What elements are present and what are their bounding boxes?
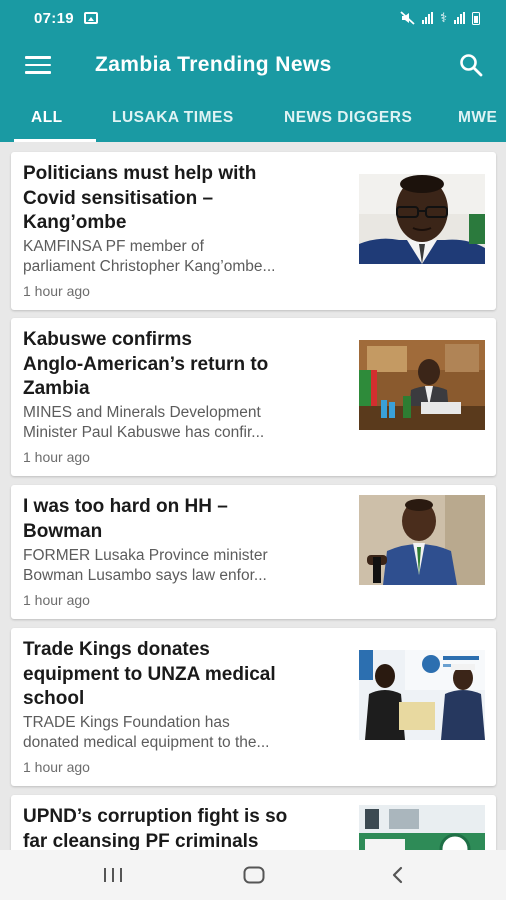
article-title: Trade Kings donates equipment to UNZA me… (23, 639, 276, 709)
article-card[interactable]: Politicians must help with Covid sensiti… (11, 152, 496, 310)
article-thumbnail (359, 805, 485, 850)
article-snippet: FORMER Lusaka Province minister Bowman L… (23, 547, 268, 584)
system-navigation-bar (0, 850, 506, 900)
tab-all[interactable]: ALL (31, 94, 63, 142)
article-title: UPND’s corruption fight is so far cleans… (23, 806, 288, 850)
tab-mwe[interactable]: MWE (458, 94, 497, 142)
news-feed[interactable]: Politicians must help with Covid sensiti… (0, 142, 506, 850)
home-icon[interactable] (224, 850, 284, 900)
wifi-calling-icon: ⚕ (439, 10, 447, 25)
article-time: 1 hour ago (23, 759, 90, 775)
tab-lusaka-times[interactable]: LUSAKA TIMES (112, 94, 234, 142)
battery-icon (472, 11, 480, 25)
article-snippet: TRADE Kings Foundation has donated medic… (23, 714, 270, 751)
article-time: 1 hour ago (23, 283, 90, 299)
article-thumbnail (359, 174, 485, 264)
article-snippet: KAMFINSA PF member of parliament Christo… (23, 238, 276, 275)
article-snippet: MINES and Minerals Development Minister … (23, 404, 265, 441)
app-title: Zambia Trending News (95, 53, 332, 76)
status-icons: ⚕ (400, 10, 480, 26)
article-thumbnail (359, 495, 485, 585)
article-card[interactable]: I was too hard on HH – Bowman FORMER Lus… (11, 485, 496, 619)
hamburger-menu-icon[interactable] (25, 56, 51, 74)
article-card[interactable]: Kabuswe confirms Anglo-American’s return… (11, 318, 496, 476)
signal-icon (421, 12, 433, 24)
article-title: Kabuswe confirms Anglo-American’s return… (23, 329, 269, 399)
article-time: 1 hour ago (23, 592, 90, 608)
recent-apps-icon[interactable] (83, 850, 143, 900)
tab-bar: ALL LUSAKA TIMES NEWS DIGGERS MWE (0, 94, 506, 142)
status-time: 07:19 (34, 9, 74, 27)
mute-icon (400, 11, 415, 25)
article-card[interactable]: Trade Kings donates equipment to UNZA me… (11, 628, 496, 786)
status-bar: 07:19 ⚕ (0, 0, 506, 36)
app-bar: Zambia Trending News (0, 36, 506, 94)
article-thumbnail (359, 340, 485, 430)
article-card[interactable]: UPND’s corruption fight is so far cleans… (11, 795, 496, 850)
back-icon[interactable] (367, 850, 427, 900)
article-title: I was too hard on HH – Bowman (23, 496, 228, 542)
search-icon[interactable] (458, 52, 484, 78)
signal-icon (454, 12, 465, 24)
tab-news-diggers[interactable]: NEWS DIGGERS (284, 94, 412, 142)
gallery-icon (83, 12, 98, 24)
article-thumbnail (359, 650, 485, 740)
article-time: 1 hour ago (23, 449, 90, 465)
article-title: Politicians must help with Covid sensiti… (23, 163, 257, 233)
